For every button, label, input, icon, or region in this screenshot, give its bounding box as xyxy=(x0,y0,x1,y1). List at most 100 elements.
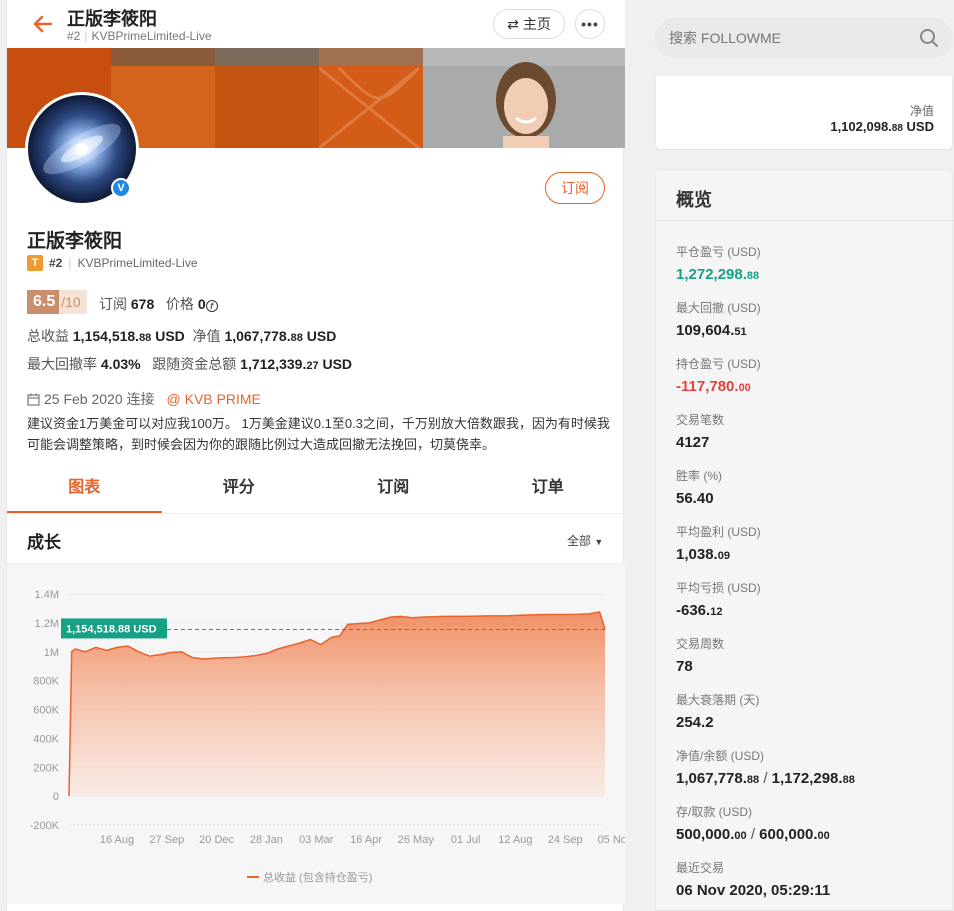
y-tick-label: 1.2M xyxy=(35,618,59,630)
current-value-label: 1,154,518.88 USD xyxy=(66,623,157,635)
overview-panel: 概览 平仓盈亏 (USD) 1,272,298.88 最大回撤 (USD) 109,6… xyxy=(655,169,954,911)
overview-item-value: 1,038.09 xyxy=(676,546,761,563)
strategy-description: 建议资金1万美金可以对应我100万。 1万美金建议0.1至0.3之间，千万别放大… xyxy=(27,416,610,452)
score-max: /10 xyxy=(59,290,87,314)
growth-chart: 1.4M 1.2M 1M 800K 600K 400K 200K 0 -200K 16 Aug 27… xyxy=(7,564,625,904)
value-main: -117,780. xyxy=(676,378,739,395)
value-main: 1,038. xyxy=(676,546,718,563)
follow-funds-unit: USD xyxy=(322,356,353,372)
page-subtitle: #2 | KVBPrimeLimited-Live xyxy=(67,29,212,43)
connected-date: 25 Feb 2020 连接 xyxy=(44,391,155,407)
broker-label: KVBPrimeLimited-Live xyxy=(77,256,198,270)
overview-item-max-decline-period: 最大衰落期 (天) 254.2 xyxy=(676,691,759,731)
overview-item-label: 存/取款 (USD) xyxy=(676,805,752,819)
broker-label: KVBPrimeLimited-Live xyxy=(91,29,212,43)
net-value-decimals: 88 xyxy=(891,123,903,134)
follow-funds-value: 1,712,339. xyxy=(240,356,307,372)
y-tick-label: -200K xyxy=(30,820,60,832)
overview-item-trading-weeks: 交易周数 78 xyxy=(676,635,724,675)
banner-tile xyxy=(215,48,319,148)
overview-item-label: 持仓盈亏 (USD) xyxy=(676,357,761,371)
search-icon[interactable] xyxy=(919,28,939,48)
subscribers-label: 订阅 xyxy=(99,296,127,312)
y-tick-label: 1.4M xyxy=(35,589,59,601)
total-profit-label: 总收益 xyxy=(27,328,69,344)
value-main: 1,272,298. xyxy=(676,266,747,283)
back-arrow-icon[interactable] xyxy=(31,12,55,36)
overview-item-trade-count: 交易笔数 4127 xyxy=(676,411,724,451)
search-input[interactable] xyxy=(669,18,909,58)
tab-orders[interactable]: 订单 xyxy=(471,465,626,513)
series-area xyxy=(69,612,605,797)
overview-item-value: -117,780.00 xyxy=(676,378,761,395)
home-button-label: 主页 xyxy=(522,16,551,32)
overview-item-value: 06 Nov 2020, 05:29:11 xyxy=(676,882,830,899)
value-main: 4127 xyxy=(676,434,710,451)
range-filter-label: 全部 xyxy=(567,534,592,548)
growth-title: 成长 xyxy=(27,533,61,552)
swap-icon: ⇄ xyxy=(507,15,519,32)
tab-subscriptions[interactable]: 订阅 xyxy=(316,465,471,513)
overview-item-deposit-withdrawal: 存/取款 (USD) 500,000.00 / 600,000.00 xyxy=(676,803,830,843)
net-value-card: 净值 1,102,098.88 USD xyxy=(655,76,953,150)
overview-item-open-pnl: 持仓盈亏 (USD) -117,780.00 xyxy=(676,355,761,395)
overview-item-label: 交易笔数 xyxy=(676,413,725,427)
overview-item-value: 78 xyxy=(676,658,724,675)
overview-item-value: 109,604.51 xyxy=(676,322,761,339)
banner-tile xyxy=(318,48,423,148)
rank-line: T #2 | KVBPrimeLimited-Live xyxy=(27,255,198,271)
trader-name: 正版李筱阳 xyxy=(27,231,123,252)
range-filter-dropdown[interactable]: 全部 ▼ xyxy=(567,532,603,549)
subscription-info: 订阅 678 价格 0f xyxy=(99,294,218,314)
price-label: 价格 xyxy=(165,296,194,312)
total-profit-decimals: 88 xyxy=(139,332,152,344)
overview-item-value: 500,000.00 / 600,000.00 xyxy=(676,826,830,843)
broker-link[interactable]: @ KVB PRIME xyxy=(167,391,261,407)
overview-item-label: 平均亏损 (USD) xyxy=(676,581,761,595)
y-tick-label: 1M xyxy=(44,647,59,659)
follow-coin-icon: f xyxy=(205,300,218,312)
value-main: 78 xyxy=(676,658,693,675)
subscribers-count: 678 xyxy=(130,296,155,312)
woman-portrait-image xyxy=(496,62,556,148)
tab-chart[interactable]: 图表 xyxy=(7,465,162,513)
net-value-label: 净值 xyxy=(909,104,934,118)
y-tick-label: 600K xyxy=(33,705,59,717)
equity-decimals: 88 xyxy=(290,332,303,344)
y-tick-label: 400K xyxy=(33,733,59,745)
overview-item-closed-pnl: 平仓盈亏 (USD) 1,272,298.88 xyxy=(676,243,761,283)
value-decimals: 88 xyxy=(746,270,760,282)
value-decimals-2: 00 xyxy=(817,830,830,842)
more-button[interactable]: ••• xyxy=(575,9,605,39)
profit-row: 总收益 1,154,518.88 USD 净值 1,067,778.88 USD xyxy=(27,326,336,346)
value-main: 500,000. xyxy=(676,826,735,843)
x-tick-label: 28 Jan xyxy=(250,834,283,846)
divider xyxy=(656,220,954,221)
y-tick-label: 800K xyxy=(33,676,59,688)
overview-item-label: 最大衰落期 (天) xyxy=(676,693,760,707)
overview-item-last-trade: 最近交易 06 Nov 2020, 05:29:11 xyxy=(676,859,830,899)
x-tick-label: 01 Jul xyxy=(451,834,480,846)
net-value-unit: USD xyxy=(906,119,934,134)
home-button[interactable]: ⇄ 主页 xyxy=(493,9,565,39)
rank-label: #2 xyxy=(49,256,63,270)
overview-item-label: 交易周数 xyxy=(676,637,725,651)
tab-bar: 图表 评分 订阅 订单 xyxy=(7,465,625,514)
score-badge: 6.5 /10 xyxy=(27,290,87,314)
overview-item-label: 平仓盈亏 (USD) xyxy=(676,245,761,259)
value-decimals: 51 xyxy=(734,326,747,338)
x-tick-label: 12 Aug xyxy=(498,834,532,846)
tier-badge: T xyxy=(27,255,43,271)
overview-item-value: 1,067,778.88 / 1,172,298.88 xyxy=(676,770,855,787)
subscribe-button[interactable]: 订阅 xyxy=(545,172,605,204)
value-decimals: 00 xyxy=(734,830,747,842)
max-drawdown-value: 4.03% xyxy=(100,356,141,372)
value-main: 254.2 xyxy=(676,714,714,731)
overview-item-value: 56.40 xyxy=(676,490,722,507)
overview-item-label: 平均盈利 (USD) xyxy=(676,525,761,539)
overview-item-value: 4127 xyxy=(676,434,724,451)
tab-rating[interactable]: 评分 xyxy=(162,465,317,513)
y-tick-label: 0 xyxy=(53,791,59,803)
x-tick-label: 16 Aug xyxy=(100,834,134,846)
value-main: 109,604. xyxy=(676,322,735,339)
